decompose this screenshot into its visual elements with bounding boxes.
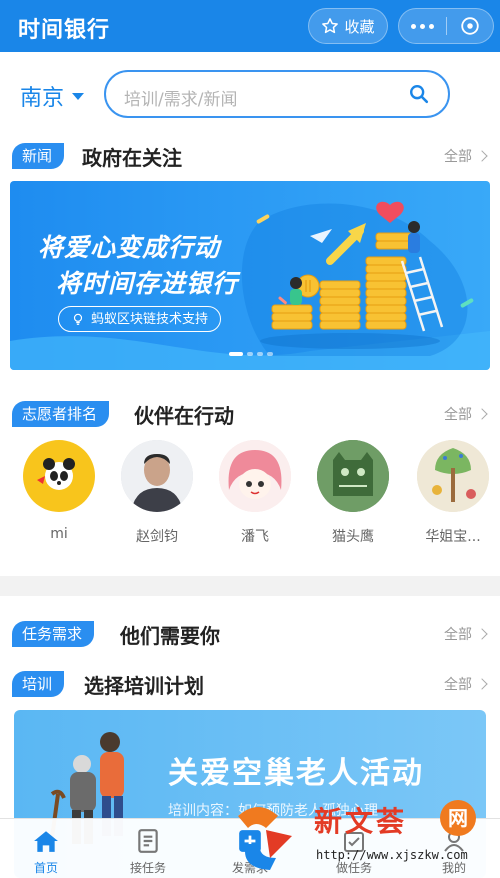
carousel-dot[interactable] (229, 352, 243, 356)
chevron-right-icon (476, 150, 488, 162)
avatar (23, 440, 95, 512)
watermark-brand: 新文荟 (314, 805, 408, 838)
volunteer-list: mi 赵剑钧 潘飞 猫头鹰 华姐宝... (0, 440, 500, 550)
section-training-header: 培训 选择培训计划 全部 (0, 668, 500, 698)
task-doc-icon (138, 829, 158, 853)
chevron-right-icon (476, 408, 488, 420)
section-volunteers-header: 志愿者排名 伙伴在行动 全部 (0, 398, 500, 428)
search-input[interactable]: 培训/需求/新闻 (104, 70, 450, 118)
carousel-dot[interactable] (257, 352, 263, 356)
training-more-link[interactable]: 全部 (444, 674, 488, 694)
search-icon[interactable] (408, 83, 430, 105)
dropdown-arrow-icon (72, 92, 85, 100)
search-placeholder: 培训/需求/新闻 (124, 90, 238, 110)
more-label: 全部 (444, 407, 472, 423)
section-tag-training: 培训 (12, 671, 65, 697)
bulb-icon (73, 313, 83, 325)
more-label: 全部 (444, 627, 472, 643)
close-icon[interactable] (447, 15, 494, 37)
more-icon[interactable] (399, 23, 446, 29)
blockchain-badge-label: 蚂蚁区块链技术支持 (91, 311, 209, 327)
avatar (219, 440, 291, 512)
city-selector[interactable]: 南京 (20, 80, 85, 112)
volunteer-item[interactable]: 华姐宝... (413, 440, 493, 546)
app-title: 时间银行 (18, 18, 111, 43)
carousel-dot[interactable] (267, 352, 273, 356)
volunteer-name: 潘飞 (241, 529, 269, 545)
watermark-url: http://www.xjszkw.com (316, 848, 468, 862)
watermark-net-badge: 网 (440, 800, 476, 836)
section-tasks-header: 任务需求 他们需要你 全部 (0, 618, 500, 648)
section-title-volunteers: 伙伴在行动 (134, 404, 234, 428)
section-title-tasks: 他们需要你 (120, 624, 220, 648)
blockchain-badge: 蚂蚁区块链技术支持 (58, 306, 222, 332)
section-tag-volunteers: 志愿者排名 (12, 401, 110, 427)
city-label: 南京 (20, 86, 65, 111)
volunteer-item[interactable]: 猫头鹰 (313, 440, 393, 546)
section-tag-tasks: 任务需求 (12, 621, 95, 647)
volunteer-name: 华姐宝... (425, 529, 481, 545)
tab-accept-task[interactable]: 接任务 (98, 827, 198, 876)
banner-line-1: 将爱心变成行动 (38, 233, 221, 262)
carousel-indicator (229, 352, 273, 356)
avatar (417, 440, 489, 512)
banner-line-2: 将时间存进银行 (56, 269, 239, 298)
volunteer-name: 猫头鹰 (332, 529, 374, 545)
more-label: 全部 (444, 149, 472, 165)
top-bar: 时间银行 收藏 (0, 0, 500, 52)
section-news-header: 新闻 政府在关注 全部 (0, 140, 500, 170)
avatar (317, 440, 389, 512)
section-tag-news: 新闻 (12, 143, 65, 169)
volunteer-name: mi (50, 526, 68, 542)
volunteer-name: 赵剑钧 (136, 529, 178, 545)
tab-label: 首页 (33, 861, 58, 875)
section-title-news: 政府在关注 (82, 146, 182, 170)
volunteer-item[interactable]: mi (19, 440, 99, 542)
chevron-right-icon (476, 628, 488, 640)
tasks-more-link[interactable]: 全部 (444, 624, 488, 644)
volunteer-item[interactable]: 潘飞 (215, 440, 295, 546)
training-banner-title: 关爱空巢老人活动 (168, 756, 424, 791)
news-more-link[interactable]: 全部 (444, 146, 488, 166)
carousel-dot[interactable] (247, 352, 253, 356)
volunteers-more-link[interactable]: 全部 (444, 404, 488, 424)
section-title-training: 选择培训计划 (84, 674, 204, 698)
avatar (121, 440, 193, 512)
mini-program-capsule (398, 8, 494, 44)
home-icon (34, 831, 58, 852)
favorite-label: 收藏 (344, 17, 375, 36)
star-icon (322, 18, 339, 34)
volunteer-item[interactable]: 赵剑钧 (117, 440, 197, 546)
chevron-right-icon (476, 678, 488, 690)
favorite-button[interactable]: 收藏 (308, 8, 388, 44)
tab-home[interactable]: 首页 (0, 827, 96, 876)
more-label: 全部 (444, 677, 472, 693)
tab-label: 接任务 (129, 861, 166, 875)
